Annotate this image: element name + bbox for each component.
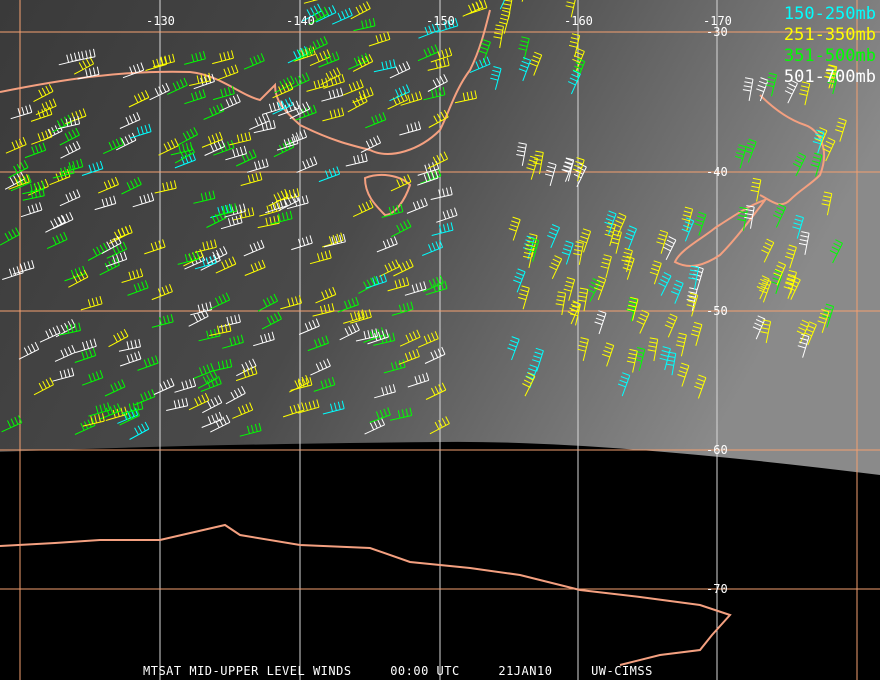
caption-product: MTSAT MID-UPPER LEVEL WINDS	[143, 664, 352, 678]
legend-item-150-250: 150-250mb	[783, 4, 876, 24]
legend-item-351-500: 351-500mb	[783, 46, 876, 66]
antarctica-coast	[0, 523, 732, 666]
map-canvas	[0, 0, 880, 680]
caption-time: 00:00 UTC	[390, 664, 460, 678]
longitude-label: -150	[426, 14, 455, 28]
caption-date: 21JAN10	[498, 664, 553, 678]
longitude-label: -140	[286, 14, 315, 28]
longitude-label: -130	[146, 14, 175, 28]
longitude-label: -160	[564, 14, 593, 28]
latitude-label: -50	[706, 304, 728, 318]
latitude-label: -30	[706, 25, 728, 39]
latitude-label: -40	[706, 165, 728, 179]
legend-item-501-700: 501-700mb	[783, 67, 876, 87]
wind-map: 150-250mb 251-350mb 351-500mb 501-700mb …	[0, 0, 880, 680]
pressure-legend: 150-250mb 251-350mb 351-500mb 501-700mb	[784, 4, 876, 88]
legend-item-251-350: 251-350mb	[783, 25, 876, 45]
caption-source: UW-CIMSS	[591, 664, 653, 678]
caption: MTSAT MID-UPPER LEVEL WINDS 00:00 UTC 21…	[143, 664, 653, 678]
latitude-label: -70	[706, 582, 728, 596]
latitude-label: -60	[706, 443, 728, 457]
